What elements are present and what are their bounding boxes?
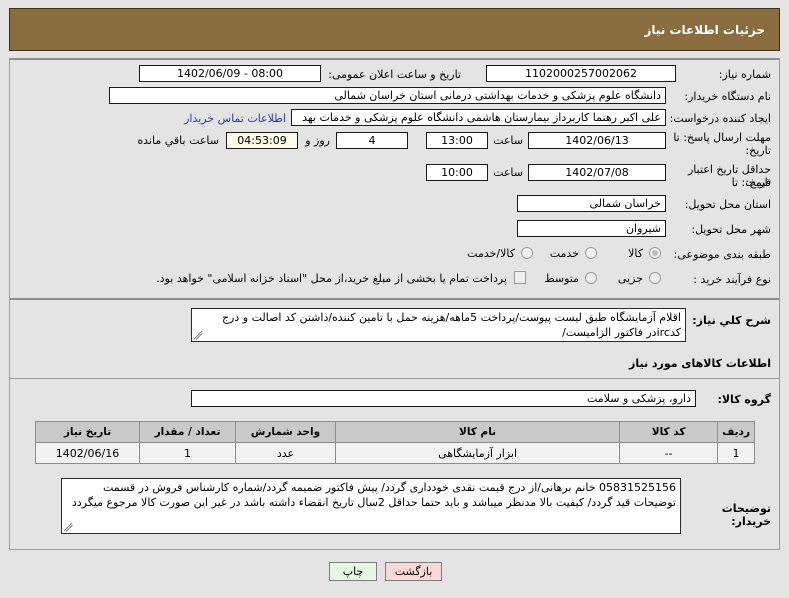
resize-handle-icon[interactable] <box>194 331 203 340</box>
label-countdown-days: روز و <box>305 134 330 147</box>
section-divider-2 <box>10 378 779 379</box>
label-subject-service: خدمت <box>549 247 579 260</box>
col-unit: واحد شمارش <box>235 421 336 443</box>
title-bar: جزئیات اطلاعات نیاز <box>9 8 780 51</box>
label-price-validity-2: تاریخ: <box>745 176 771 189</box>
field-need-number[interactable]: 1102000257002062 <box>486 65 676 82</box>
label-process-type: نوع فرآیند خرید : <box>693 273 771 286</box>
label-goods-group: گروه کالا: <box>717 393 771 406</box>
field-response-deadline-date[interactable]: 1402/06/13 <box>528 132 666 149</box>
col-need-date: تاریخ نیاز <box>35 421 140 443</box>
buyer-contact-link[interactable]: اطلاعات تماس خریدار <box>184 111 286 126</box>
field-price-validity-date[interactable]: 1402/07/08 <box>528 164 666 181</box>
cell-index: 1 <box>717 442 755 464</box>
resize-handle-icon-notes[interactable] <box>64 523 73 532</box>
page-root: iratender.net جزئیات اطلاعات نیاز شماره … <box>0 0 789 598</box>
field-requester[interactable]: علی اکبر رهنما کاربرداز بیمارستان هاشمی … <box>291 109 666 126</box>
radio-subject-goods-service[interactable] <box>521 247 533 259</box>
label-response-deadline-2: تاریخ: <box>745 144 771 157</box>
goods-table-header-row: ردیف کد کالا نام کالا واحد شمارش تعداد /… <box>35 421 755 443</box>
label-process-minor: جزیی <box>617 272 643 285</box>
field-buyer-org[interactable]: دانشگاه علوم پزشکی و خدمات بهداشتی درمان… <box>109 87 666 104</box>
field-response-deadline-hour[interactable]: 13:00 <box>426 132 488 149</box>
label-buyer-notes: توضیحات خریدار: <box>721 502 771 528</box>
label-delivery-city: شهر محل تحویل: <box>691 223 771 236</box>
goods-section-title: اطلاعات کالاهای مورد نیاز <box>629 357 771 370</box>
field-countdown-days: 4 <box>336 132 408 149</box>
print-button[interactable]: چاپ <box>329 562 377 581</box>
label-treasury-documents: پرداخت تمام یا بخشی از مبلغ خرید،از محل … <box>156 272 507 285</box>
cell-qty: 1 <box>139 442 236 464</box>
radio-process-medium[interactable] <box>585 272 597 284</box>
table-row[interactable]: 1 -- ابزار آزمایشگاهی عدد 1 1402/06/16 <box>35 442 755 464</box>
field-goods-group[interactable]: دارو، پزشکی و سلامت <box>191 390 696 407</box>
back-button[interactable]: بازگشت <box>385 562 442 581</box>
field-countdown-clock: 04:53:09 <box>226 132 298 149</box>
field-price-validity-hour[interactable]: 10:00 <box>426 164 488 181</box>
radio-subject-service[interactable] <box>585 247 597 259</box>
field-buyer-notes[interactable]: 05831525156 خانم برهانی/از درج قیمت نقدی… <box>61 478 681 534</box>
label-response-deadline-1: مهلت ارسال پاسخ: تا <box>673 131 771 144</box>
col-qty: تعداد / مقدار <box>139 421 236 443</box>
field-description[interactable]: اقلام آزمایشگاه طبق لیست پیوست/پرداخت 5م… <box>191 308 686 342</box>
field-delivery-city[interactable]: شیروان <box>517 220 666 237</box>
label-response-deadline-hour: ساعت <box>493 134 523 147</box>
field-announce-datetime[interactable]: 08:00 - 1402/06/09 <box>139 65 321 82</box>
page-title: جزئیات اطلاعات نیاز <box>644 23 765 37</box>
cell-unit: عدد <box>235 442 336 464</box>
label-requester: ایجاد کننده درخواست: <box>669 112 771 125</box>
label-announce-datetime: تاریخ و ساعت اعلان عمومی: <box>328 68 461 81</box>
label-subject-goods-service: کالا/خدمت <box>467 247 515 260</box>
buyer-notes-text: 05831525156 خانم برهانی/از درج قیمت نقدی… <box>71 481 676 509</box>
cell-code: -- <box>619 442 719 464</box>
description-text: اقلام آزمایشگاه طبق لیست پیوست/پرداخت 5م… <box>221 311 681 339</box>
field-delivery-province[interactable]: خراسان شمالی <box>517 195 666 212</box>
radio-process-minor[interactable] <box>649 272 661 284</box>
label-subject-class: طبقه بندی موضوعی: <box>673 248 771 261</box>
col-index: ردیف <box>717 421 755 443</box>
cell-name: ابزار آزمایشگاهی <box>334 442 621 464</box>
label-process-medium: متوسط <box>544 272 579 285</box>
label-delivery-province: استان محل تحویل: <box>684 198 771 211</box>
col-code: کد کالا <box>619 421 719 443</box>
label-need-number: شماره نیاز: <box>718 68 771 81</box>
radio-subject-goods[interactable] <box>649 247 661 259</box>
cell-need-date: 1402/06/16 <box>35 442 140 464</box>
details-panel: شماره نیاز: 1102000257002062 تاریخ و ساع… <box>9 58 780 550</box>
label-buyer-org: نام دستگاه خریدار: <box>684 90 771 103</box>
label-description: شرح كلي نياز: <box>692 314 771 327</box>
label-subject-goods: کالا <box>628 247 643 260</box>
label-price-validity-hour: ساعت <box>493 166 523 179</box>
label-countdown-suffix: ساعت باقي مانده <box>137 134 219 147</box>
goods-table: ردیف کد کالا نام کالا واحد شمارش تعداد /… <box>35 421 755 464</box>
section-divider-1 <box>10 298 779 300</box>
checkbox-treasury-documents[interactable] <box>514 271 526 284</box>
col-name: نام کالا <box>334 421 621 443</box>
